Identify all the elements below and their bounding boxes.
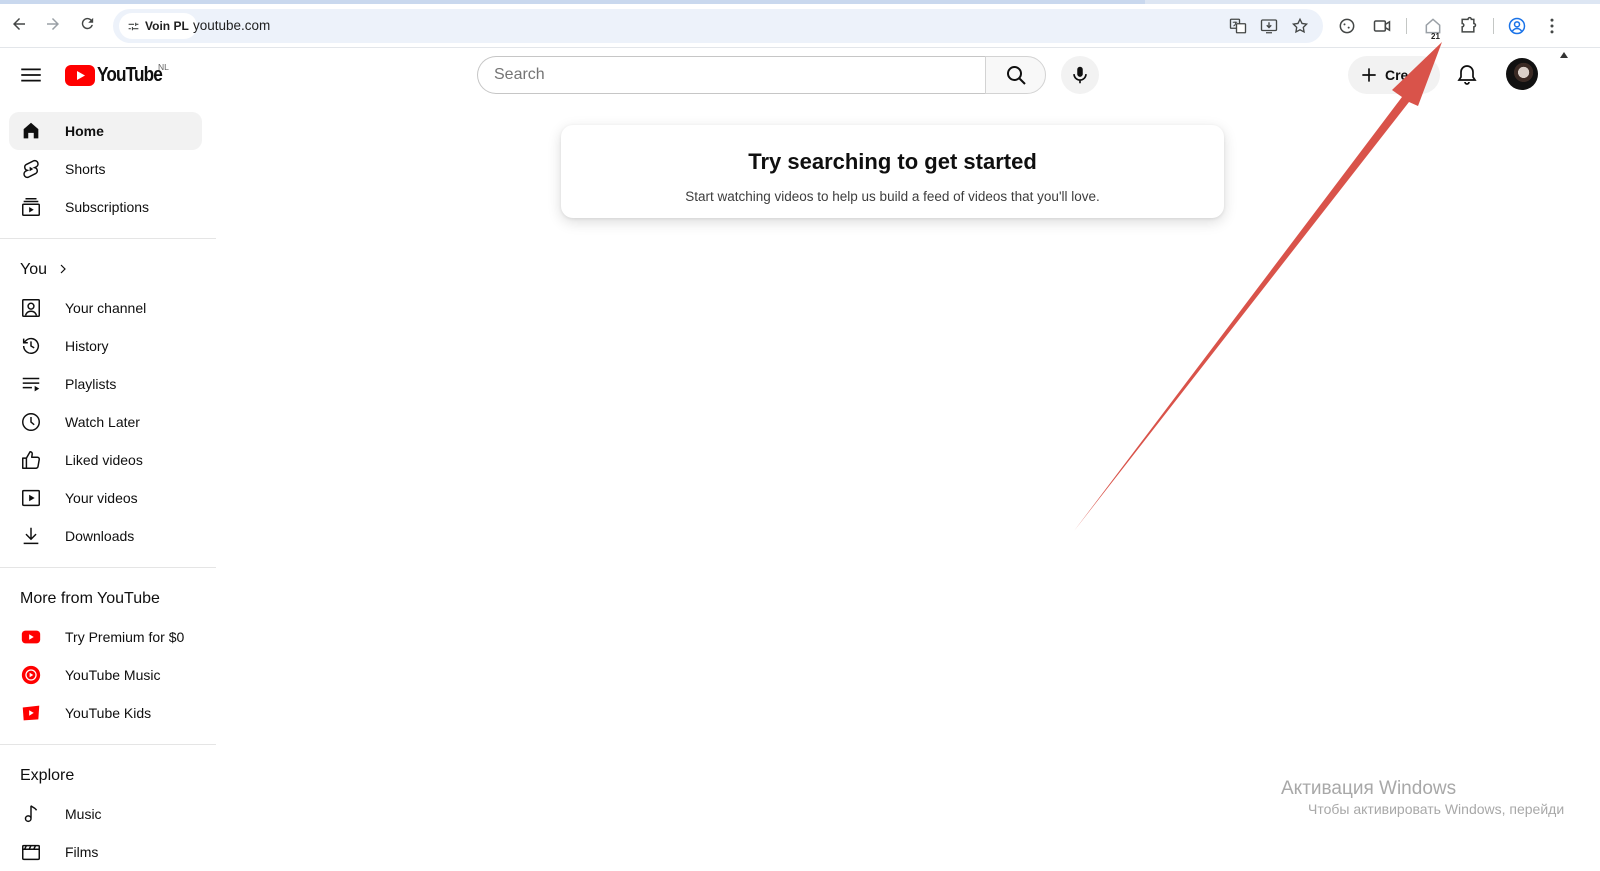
sidebar-item-youtube-kids[interactable]: YouTube Kids [9, 694, 202, 732]
video-camera-icon[interactable] [1372, 16, 1392, 36]
sidebar-item-playlists[interactable]: Playlists [9, 365, 202, 403]
plus-icon [1362, 68, 1376, 82]
sidebar-item-label: Shorts [65, 161, 106, 177]
back-icon[interactable] [8, 15, 30, 37]
search-icon [1006, 66, 1026, 85]
install-app-icon[interactable] [1260, 17, 1278, 35]
home-icon [19, 119, 43, 143]
create-button[interactable]: Create [1348, 56, 1440, 94]
sidebar-item-your-channel[interactable]: Your channel [9, 289, 202, 327]
translate-icon[interactable] [1229, 17, 1247, 35]
hamburger-menu-icon[interactable] [18, 62, 44, 88]
extensions-puzzle-icon[interactable] [1458, 16, 1478, 36]
sidebar-item-subscriptions[interactable]: Subscriptions [9, 188, 202, 226]
play-square-icon [19, 486, 43, 510]
sidebar: Home Shorts Subscriptions You Your chann… [0, 112, 216, 871]
bookmark-star-icon[interactable] [1291, 17, 1309, 35]
explore-heading-label: Explore [20, 767, 75, 784]
sidebar-item-label: Music [65, 806, 102, 822]
site-chip-label: Voin PL [145, 19, 189, 33]
sidebar-item-label: Playlists [65, 376, 117, 392]
thumbs-up-icon [19, 448, 43, 472]
sidebar-item-label: Your videos [65, 490, 138, 506]
reload-icon[interactable] [76, 15, 98, 37]
browser-toolbar: Voin PL youtube.com 21 [0, 4, 1600, 48]
sidebar-item-history[interactable]: History [9, 327, 202, 365]
channel-icon [19, 296, 43, 320]
url-text[interactable]: youtube.com [193, 18, 270, 33]
youtube-premium-icon [19, 625, 43, 649]
sidebar-item-label: YouTube Kids [65, 705, 152, 721]
sidebar-item-films[interactable]: Films [9, 833, 202, 871]
browser-menu-icon[interactable] [1542, 16, 1562, 36]
shorts-icon [19, 157, 43, 181]
sidebar-item-music[interactable]: Music [9, 795, 202, 833]
card-title: Try searching to get started [748, 149, 1037, 174]
history-icon [19, 334, 43, 358]
sidebar-item-label: Your channel [65, 300, 147, 316]
windows-activation-title: Активация Windows [1281, 778, 1457, 799]
sidebar-item-label: Liked videos [65, 452, 143, 468]
sidebar-explore-heading: Explore [0, 757, 216, 795]
sidebar-item-label: Subscriptions [65, 199, 150, 215]
sidebar-item-your-videos[interactable]: Your videos [9, 479, 202, 517]
search-field[interactable] [477, 56, 987, 94]
sidebar-item-premium[interactable]: Try Premium for $0 [9, 618, 202, 656]
sidebar-item-label: Downloads [65, 528, 135, 544]
sidebar-item-liked-videos[interactable]: Liked videos [9, 441, 202, 479]
sidebar-divider [0, 238, 216, 239]
sidebar-item-label: Home [65, 123, 104, 139]
playlists-icon [19, 372, 43, 396]
download-icon [19, 524, 43, 548]
search-button[interactable] [985, 56, 1046, 94]
sidebar-more-heading: More from YouTube [0, 580, 216, 618]
toolbar-separator [1493, 18, 1494, 34]
sidebar-item-label: History [65, 338, 109, 354]
avatar[interactable] [1506, 58, 1538, 90]
sidebar-item-label: Try Premium for $0 [65, 629, 185, 645]
notifications-button[interactable] [1450, 58, 1484, 92]
sidebar-item-downloads[interactable]: Downloads [9, 517, 202, 555]
youtube-kids-icon [19, 701, 43, 725]
sidebar-item-youtube-music[interactable]: YouTube Music [9, 656, 202, 694]
forward-icon[interactable] [42, 15, 64, 37]
chevron-right-icon [57, 262, 69, 278]
microphone-icon [1073, 66, 1087, 84]
country-code: NL [158, 62, 169, 72]
empty-feed-card: Try searching to get started Start watch… [561, 125, 1224, 218]
youtube-logo-text: YouTube [97, 64, 163, 86]
sidebar-item-label: YouTube Music [65, 667, 161, 683]
profile-icon[interactable] [1507, 16, 1527, 36]
scrollbar-up-arrow[interactable] [1560, 52, 1568, 58]
youtube-logo[interactable]: YouTube [65, 64, 173, 87]
sidebar-item-watch-later[interactable]: Watch Later [9, 403, 202, 441]
clock-icon [19, 410, 43, 434]
sidebar-you-heading[interactable]: You [0, 251, 216, 289]
sidebar-item-label: Watch Later [65, 414, 140, 430]
windows-activation-text: Чтобы активировать Windows, перейди [1308, 801, 1565, 817]
subscriptions-icon [19, 195, 43, 219]
sidebar-item-label: Films [65, 844, 99, 860]
tune-icon [128, 22, 139, 30]
address-bar[interactable]: Voin PL youtube.com [113, 9, 1323, 43]
more-heading-label: More from YouTube [20, 590, 160, 607]
create-label: Create [1385, 67, 1429, 83]
sidebar-divider [0, 567, 216, 568]
site-info-chip[interactable]: Voin PL [119, 13, 197, 39]
search-input[interactable] [478, 57, 987, 93]
bell-icon [1457, 65, 1477, 85]
toolbar-separator [1406, 18, 1407, 34]
sidebar-divider [0, 744, 216, 745]
extension-cookie-icon[interactable] [1337, 16, 1357, 36]
film-icon [19, 840, 43, 864]
youtube-music-icon [19, 663, 43, 687]
sidebar-item-shorts[interactable]: Shorts [9, 150, 202, 188]
you-heading-label: You [20, 261, 47, 278]
sidebar-item-home[interactable]: Home [9, 112, 202, 150]
extension-badge: 21 [1431, 32, 1440, 41]
youtube-play-icon [65, 65, 95, 86]
voice-search-button[interactable] [1061, 56, 1099, 94]
card-subtitle: Start watching videos to help us build a… [685, 189, 1100, 204]
music-note-icon [19, 802, 43, 826]
